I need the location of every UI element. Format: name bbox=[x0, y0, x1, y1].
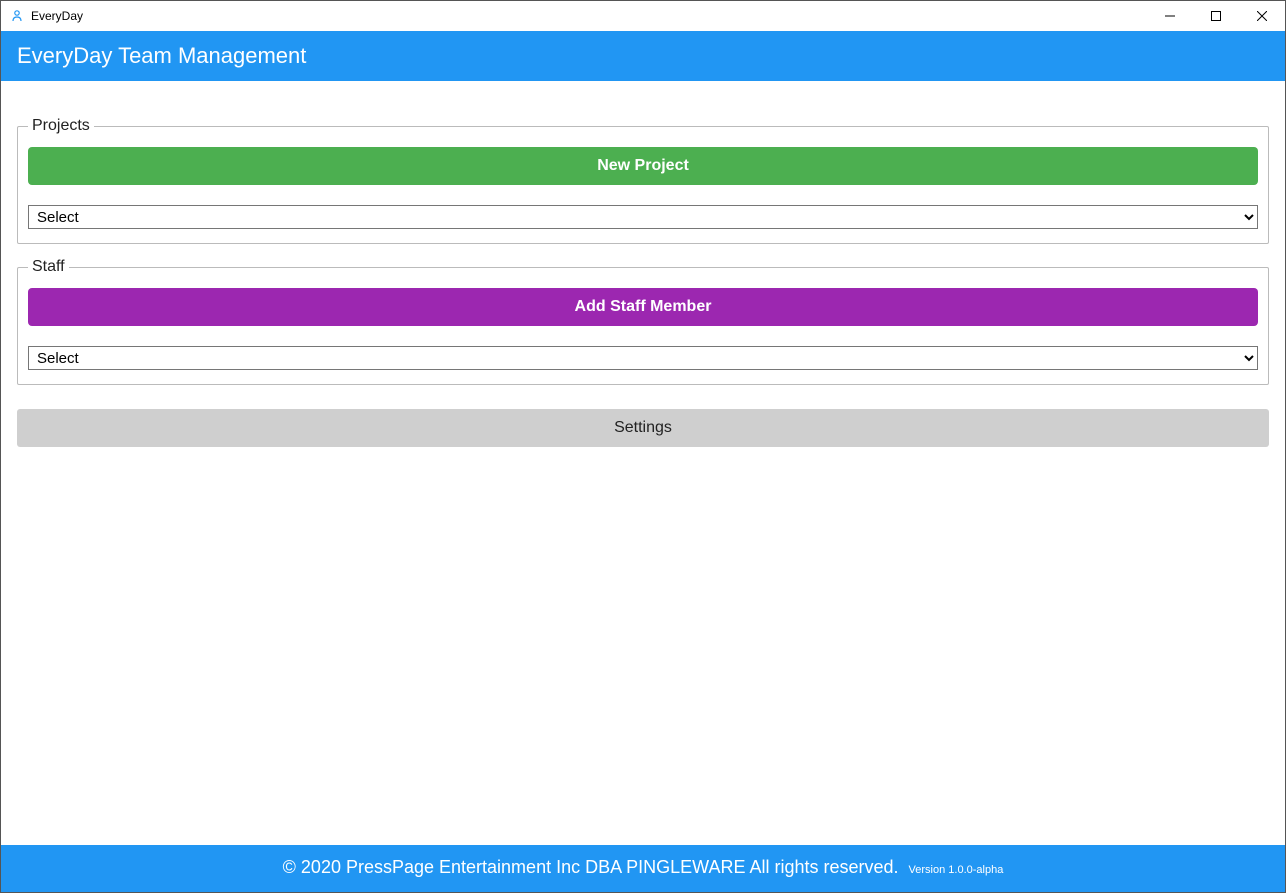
settings-button[interactable]: Settings bbox=[17, 409, 1269, 447]
projects-select[interactable]: Select bbox=[28, 205, 1258, 229]
footer-copyright: © 2020 PressPage Entertainment Inc DBA P… bbox=[283, 857, 899, 878]
new-project-button[interactable]: New Project bbox=[28, 147, 1258, 185]
window-title: EveryDay bbox=[31, 9, 1147, 23]
maximize-button[interactable] bbox=[1193, 1, 1239, 31]
footer-version: Version 1.0.0-alpha bbox=[909, 864, 1004, 876]
projects-fieldset: Projects New Project Select bbox=[17, 117, 1269, 244]
close-button[interactable] bbox=[1239, 1, 1285, 31]
main-content: Projects New Project Select Staff Add St… bbox=[1, 81, 1285, 845]
staff-fieldset: Staff Add Staff Member Select bbox=[17, 258, 1269, 385]
footer: © 2020 PressPage Entertainment Inc DBA P… bbox=[1, 845, 1285, 892]
add-staff-button[interactable]: Add Staff Member bbox=[28, 288, 1258, 326]
titlebar: EveryDay bbox=[1, 1, 1285, 31]
page-title: EveryDay Team Management bbox=[17, 43, 306, 68]
minimize-button[interactable] bbox=[1147, 1, 1193, 31]
app-icon bbox=[9, 8, 25, 24]
staff-select[interactable]: Select bbox=[28, 346, 1258, 370]
projects-legend: Projects bbox=[28, 117, 94, 135]
staff-legend: Staff bbox=[28, 258, 69, 276]
window-controls bbox=[1147, 1, 1285, 31]
page-header: EveryDay Team Management bbox=[1, 31, 1285, 81]
